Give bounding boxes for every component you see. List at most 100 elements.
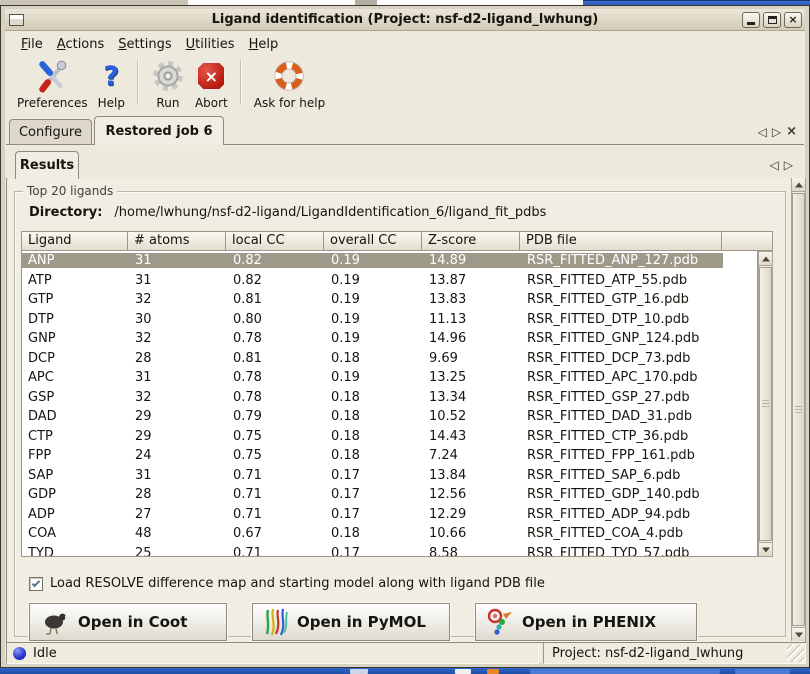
- load-map-option[interactable]: Load RESOLVE difference map and starting…: [29, 576, 545, 591]
- table-cell: 13.83: [423, 292, 521, 307]
- panel-scrollbar[interactable]: [791, 178, 806, 641]
- status-field: Idle: [6, 642, 539, 664]
- table-row[interactable]: DCP280.810.189.69RSR_FITTED_DCP_73.pdb: [22, 349, 757, 369]
- checkmark-icon: [32, 578, 40, 586]
- table-cell: APC: [22, 370, 129, 385]
- table-cell: RSR_FITTED_SAP_6.pdb: [521, 468, 723, 483]
- taskbar-fragment: [487, 669, 499, 674]
- table-row[interactable]: SAP310.710.1713.84RSR_FITTED_SAP_6.pdb: [22, 466, 757, 486]
- tab-next-arrow-icon[interactable]: ▷: [784, 158, 793, 172]
- table-cell: 0.78: [227, 390, 325, 405]
- directory-path: /home/lwhung/nsf-d2-ligand/LigandIdentif…: [114, 205, 546, 220]
- table-cell: 0.19: [325, 331, 423, 346]
- abort-button[interactable]: × Abort: [195, 58, 228, 110]
- column-header-ligand[interactable]: Ligand: [21, 231, 128, 251]
- scrollbar-thumb[interactable]: [759, 267, 772, 541]
- table-row[interactable]: DAD290.790.1810.52RSR_FITTED_DAD_31.pdb: [22, 407, 757, 427]
- table-cell: 31: [129, 468, 227, 483]
- table-cell: 0.19: [325, 312, 423, 327]
- toolbar: Preferences ? Help Run × Abort: [6, 56, 804, 112]
- table-cell: 30: [129, 312, 227, 327]
- menu-settings[interactable]: Settings: [111, 35, 178, 54]
- ask-for-help-button[interactable]: Ask for help: [254, 58, 325, 110]
- table-row[interactable]: CTP290.750.1814.43RSR_FITTED_CTP_36.pdb: [22, 427, 757, 447]
- table-cell: 0.81: [227, 292, 325, 307]
- table-row[interactable]: GTP320.810.1913.83RSR_FITTED_GTP_16.pdb: [22, 290, 757, 310]
- titlebar[interactable]: Ligand identification (Project: nsf-d2-l…: [5, 9, 805, 31]
- column-header-pdb-file[interactable]: PDB file: [520, 231, 722, 251]
- menubar: File Actions Settings Utilities Help: [6, 32, 804, 56]
- tab-close-icon[interactable]: ×: [786, 124, 797, 139]
- checkbox[interactable]: [29, 577, 43, 591]
- scroll-down-button[interactable]: [759, 542, 772, 556]
- table-cell: 0.79: [227, 409, 325, 424]
- thumb-grip: [795, 406, 802, 414]
- table-cell: 0.18: [325, 526, 423, 541]
- abort-x-glyph: ×: [205, 67, 218, 86]
- table-row[interactable]: FPP240.750.187.24RSR_FITTED_FPP_161.pdb: [22, 446, 757, 466]
- table-cell: 0.18: [325, 429, 423, 444]
- table-cell: 0.19: [325, 292, 423, 307]
- column-header-atoms[interactable]: # atoms: [128, 231, 226, 251]
- table-row[interactable]: GDP280.710.1712.56RSR_FITTED_GDP_140.pdb: [22, 485, 757, 505]
- table-row[interactable]: GSP320.780.1813.34RSR_FITTED_GSP_27.pdb: [22, 388, 757, 408]
- table-row[interactable]: ATP310.820.1913.87RSR_FITTED_ATP_55.pdb: [22, 271, 757, 291]
- table-row[interactable]: DTP300.800.1911.13RSR_FITTED_DTP_10.pdb: [22, 310, 757, 330]
- column-header-overall-cc[interactable]: overall CC: [324, 231, 422, 251]
- open-in-phenix-button[interactable]: Open in PHENIX: [475, 603, 697, 641]
- table-cell: RSR_FITTED_GTP_16.pdb: [521, 292, 723, 307]
- table-body[interactable]: ANP310.820.1914.89RSR_FITTED_ANP_127.pdb…: [21, 251, 758, 557]
- column-header-z-score[interactable]: Z-score: [422, 231, 520, 251]
- table-row[interactable]: ADP270.710.1712.29RSR_FITTED_ADP_94.pdb: [22, 505, 757, 525]
- run-button[interactable]: Run: [151, 58, 185, 110]
- table-row[interactable]: ANP310.820.1914.89RSR_FITTED_ANP_127.pdb: [22, 251, 757, 271]
- table-cell: 0.82: [227, 273, 325, 288]
- column-header-local-cc[interactable]: local CC: [226, 231, 324, 251]
- stop-octagon-icon: ×: [196, 61, 226, 91]
- menu-help[interactable]: Help: [242, 35, 286, 54]
- resize-grip[interactable]: [787, 644, 804, 662]
- table-row[interactable]: APC310.780.1913.25RSR_FITTED_APC_170.pdb: [22, 368, 757, 388]
- help-button[interactable]: ? Help: [98, 58, 125, 110]
- open-in-coot-button[interactable]: Open in Coot: [29, 603, 227, 641]
- table-cell: 13.34: [423, 390, 521, 405]
- table-cell: ADP: [22, 507, 129, 522]
- taskbar-fragment: [530, 669, 720, 674]
- tab-restored-job-6[interactable]: Restored job 6: [94, 116, 224, 145]
- table-cell: 0.71: [227, 507, 325, 522]
- menu-file[interactable]: File: [14, 35, 50, 54]
- table-cell: 11.13: [423, 312, 521, 327]
- table-cell: RSR_FITTED_DAD_31.pdb: [521, 409, 723, 424]
- table-cell: RSR_FITTED_ATP_55.pdb: [521, 273, 723, 288]
- table-cell: 12.56: [423, 487, 521, 502]
- table-cell: RSR_FITTED_TYD_57.pdb: [521, 546, 723, 557]
- table-cell: 0.17: [325, 546, 423, 557]
- arrow-up-icon: [795, 182, 803, 187]
- table-row[interactable]: COA480.670.1810.66RSR_FITTED_COA_4.pdb: [22, 524, 757, 544]
- table-row[interactable]: GNP320.780.1914.96RSR_FITTED_GNP_124.pdb: [22, 329, 757, 349]
- menu-actions[interactable]: Actions: [50, 35, 112, 54]
- tab-prev-arrow-icon[interactable]: ◁: [770, 158, 779, 172]
- tab-prev-arrow-icon[interactable]: ◁: [758, 125, 767, 139]
- table-scrollbar[interactable]: [758, 251, 773, 557]
- table-cell: RSR_FITTED_CTP_36.pdb: [521, 429, 723, 444]
- tab-configure[interactable]: Configure: [9, 119, 92, 145]
- scrollbar-thumb[interactable]: [792, 193, 805, 626]
- menu-utilities[interactable]: Utilities: [179, 35, 242, 54]
- table-cell: RSR_FITTED_DCP_73.pdb: [521, 351, 723, 366]
- table-cell: 0.17: [325, 507, 423, 522]
- scroll-down-button[interactable]: [792, 627, 805, 641]
- table-cell: 0.67: [227, 526, 325, 541]
- table-cell: 14.89: [423, 253, 521, 268]
- scroll-up-button[interactable]: [759, 252, 772, 266]
- open-in-pymol-button[interactable]: Open in PyMOL: [252, 603, 450, 641]
- project-text: Project: nsf-d2-ligand_lwhung: [552, 646, 743, 661]
- scroll-up-button[interactable]: [792, 178, 805, 192]
- toolbar-label: Abort: [195, 96, 228, 110]
- tab-results[interactable]: Results: [15, 151, 79, 179]
- table-header: Ligand # atoms local CC overall CC Z-sco…: [21, 231, 773, 251]
- table-row[interactable]: TYD250.710.178.58RSR_FITTED_TYD_57.pdb: [22, 544, 757, 558]
- preferences-button[interactable]: Preferences: [17, 58, 88, 110]
- tab-next-arrow-icon[interactable]: ▷: [772, 125, 781, 139]
- table-cell: RSR_FITTED_COA_4.pdb: [521, 526, 723, 541]
